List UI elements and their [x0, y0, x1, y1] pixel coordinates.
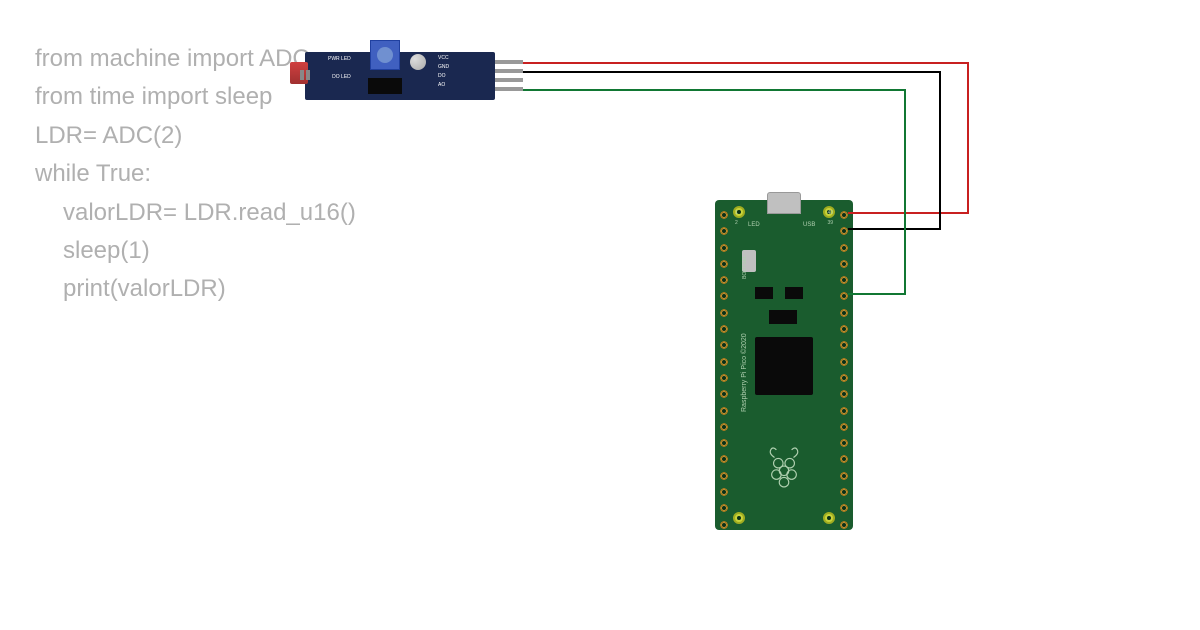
pico-pin-hole [719, 520, 729, 530]
pico-pin-hole [719, 373, 729, 383]
pico-bootsel-label: BOOTSEL [742, 255, 748, 279]
ldr-plus-mark: + [312, 38, 319, 52]
pico-pin-hole [839, 243, 849, 253]
pico-pin-hole [719, 487, 729, 497]
pico-smd-component [769, 310, 797, 324]
ldr-pin-vcc [495, 60, 523, 64]
pico-pin-hole [839, 275, 849, 285]
raspberry-pi-logo-icon [765, 444, 803, 490]
pico-pin-hole [839, 324, 849, 334]
pico-rp2040-chip [755, 337, 813, 395]
pico-pin-hole [719, 226, 729, 236]
pico-pin-hole [839, 308, 849, 318]
pico-pins-right [839, 210, 849, 530]
pico-pin40-label: 40 [827, 210, 833, 216]
pico-pins-left [719, 210, 729, 530]
pico-pin2-label: 2 [735, 220, 738, 226]
pico-pin-hole [719, 275, 729, 285]
ldr-pin-ao [495, 87, 523, 91]
ldr-pin-do [495, 78, 523, 82]
pico-pin-hole [719, 454, 729, 464]
pico-pin-hole [719, 291, 729, 301]
pico-pin-hole [839, 422, 849, 432]
pico-pin-hole [719, 259, 729, 269]
pico-pin-hole [719, 471, 729, 481]
pico-pin-hole [839, 454, 849, 464]
pico-pin-hole [839, 471, 849, 481]
pico-led-label: LED [748, 222, 760, 228]
pico-pin-hole [719, 210, 729, 220]
ldr-sensor-module: + VCC GND DO AO PWR LED DO LED [290, 40, 510, 110]
pico-usb-port [767, 192, 801, 214]
pico-mount-hole [823, 512, 835, 524]
pico-board-text: Raspberry Pi Pico ©2020 [741, 333, 748, 412]
pico-pin39-label: 39 [827, 220, 833, 226]
pico-pin-hole [839, 291, 849, 301]
code-line-5: valorLDR= LDR.read_u16() [35, 194, 356, 232]
ldr-pin-labels: VCC GND DO AO [438, 54, 449, 90]
pico-usb-label: USB [803, 222, 815, 228]
pico-pin-hole [839, 503, 849, 513]
pico-pin-hole [839, 259, 849, 269]
pico-pin-hole [839, 438, 849, 448]
pico-pin1-label: 1 [735, 210, 738, 216]
ldr-sensor-leads [300, 70, 310, 80]
wire-vcc [523, 63, 968, 213]
ldr-potentiometer [370, 40, 400, 70]
code-line-3: LDR= ADC(2) [35, 117, 356, 155]
code-line-7: print(valorLDR) [35, 270, 356, 308]
ldr-comparator-ic [368, 78, 402, 94]
pico-pin-hole [719, 340, 729, 350]
pico-pin-hole [719, 389, 729, 399]
ldr-header-pins [495, 60, 523, 91]
pico-pin-hole [839, 340, 849, 350]
pico-pin-hole [719, 406, 729, 416]
pico-pin-hole [719, 503, 729, 513]
pico-pin-hole [839, 357, 849, 367]
pico-mount-hole [733, 512, 745, 524]
ldr-pin-gnd [495, 69, 523, 73]
pico-pin-hole [839, 389, 849, 399]
pico-pin-hole [839, 487, 849, 497]
raspberry-pi-pico: Raspberry Pi Pico ©2020 LED USB BOOTSEL … [715, 192, 853, 532]
pico-smd-component [785, 287, 803, 299]
pico-pin-hole [839, 520, 849, 530]
code-line-6: sleep(1) [35, 232, 356, 270]
pico-pin-hole [719, 422, 729, 432]
pico-pin-hole [839, 226, 849, 236]
code-line-4: while True: [35, 155, 356, 193]
ldr-side-labels: PWR LED DO LED [328, 54, 351, 82]
pico-pin-hole [839, 210, 849, 220]
pico-pin-hole [839, 373, 849, 383]
pico-pin-hole [719, 308, 729, 318]
ldr-pwr-led [410, 54, 426, 70]
pico-pin-hole [719, 357, 729, 367]
pico-smd-component [755, 287, 773, 299]
pico-pin-hole [719, 438, 729, 448]
pico-pin-hole [839, 406, 849, 416]
pico-pin-hole [719, 324, 729, 334]
pico-pin-hole [719, 243, 729, 253]
